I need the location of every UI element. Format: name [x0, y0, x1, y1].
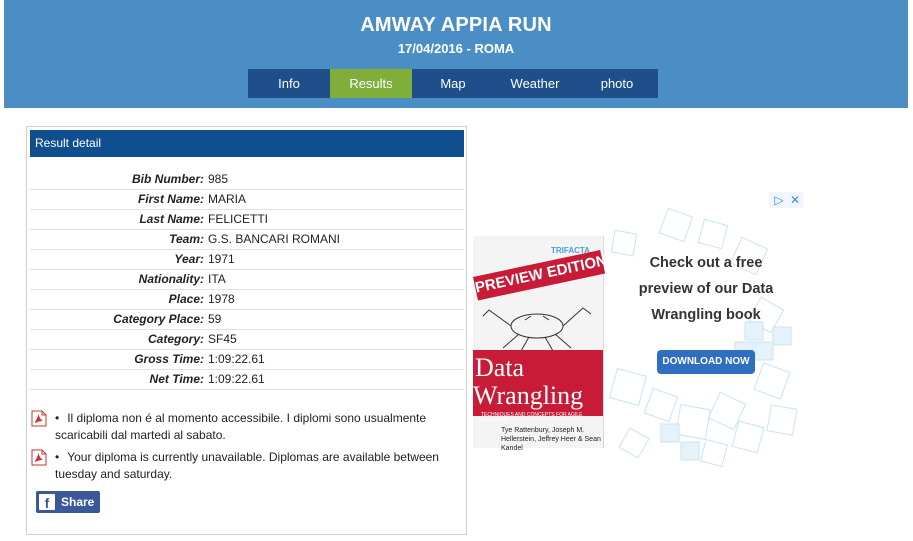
ad-banner[interactable]: TRIFACTA PREVIEW EDITION Data Wrangling …	[473, 192, 803, 468]
field-value: FELICETTI	[208, 212, 269, 226]
field-value: 1:09:22.61	[208, 372, 265, 386]
bullet: •	[55, 450, 60, 464]
tab-weather[interactable]: Weather	[494, 69, 576, 98]
ad-headline: Check out a free preview of our Data Wra…	[621, 250, 791, 328]
result-row: Year: 1971	[30, 250, 464, 270]
field-label: Bib Number:	[132, 172, 204, 186]
panel-title: Result detail	[30, 130, 464, 157]
field-value: 1:09:22.61	[208, 352, 265, 366]
field-label: Team:	[169, 232, 204, 246]
field-label: Nationality:	[138, 272, 204, 286]
crab-illustration	[482, 307, 592, 352]
ad-headline-line: preview of our Data	[638, 281, 774, 297]
result-row: Team: G.S. BANCARI ROMANI	[30, 230, 464, 250]
notice-text: Your diploma is currently unavailable. D…	[55, 450, 439, 481]
close-icon[interactable]: ✕	[787, 192, 803, 208]
download-now-button[interactable]: DOWNLOAD NOW	[657, 350, 755, 374]
field-value: 1971	[208, 252, 235, 266]
field-label: Category:	[147, 332, 204, 346]
event-title: AMWAY APPIA RUN	[360, 14, 552, 36]
book-cover: TRIFACTA PREVIEW EDITION Data Wrangling …	[473, 236, 608, 452]
diploma-notice-it: • Il diploma non é al momento accessibile…	[31, 410, 451, 444]
share-label: Share	[61, 495, 95, 509]
field-value: 985	[208, 172, 229, 186]
pdf-icon[interactable]	[31, 449, 47, 466]
result-row: First Name: MARIA	[30, 190, 464, 210]
event-date-location: 17/04/2016 - ROMA	[397, 41, 515, 56]
field-label: Gross Time:	[134, 352, 204, 366]
field-label: Last Name:	[139, 212, 204, 226]
tab-map[interactable]: Map	[412, 69, 494, 98]
field-value: ITA	[208, 272, 226, 286]
field-label: Category Place:	[113, 312, 204, 326]
result-detail-panel: Result detail Bib Number: 985 First Name…	[26, 126, 467, 535]
ad-headline-line: Wrangling book	[651, 307, 761, 323]
diploma-notice-en: • Your diploma is currently unavailable. …	[31, 449, 451, 483]
field-label: Place:	[168, 292, 204, 306]
tab-info[interactable]: Info	[248, 69, 330, 98]
bullet: •	[55, 411, 60, 425]
book-title-line: Wrangling	[473, 381, 584, 410]
field-label: Net Time:	[149, 372, 204, 386]
field-value: G.S. BANCARI ROMANI	[208, 232, 341, 246]
result-table: Bib Number: 985 First Name: MARIA Last N…	[30, 170, 464, 390]
ad-choices-bar: ▷ ✕	[769, 192, 803, 208]
result-row: Nationality: ITA	[30, 270, 464, 290]
result-row: Last Name: FELICETTI	[30, 210, 464, 230]
field-label: First Name:	[137, 192, 204, 206]
preview-edition-banner: PREVIEW EDITION	[473, 249, 608, 301]
field-value: 1978	[208, 292, 235, 306]
book-authors: Tye Rattenbury, Joseph M. Hellerstein, J…	[501, 427, 601, 452]
result-row: Category: SF45	[30, 330, 464, 350]
event-nav: Info Results Map Weather photo	[248, 69, 658, 98]
field-value: SF45	[208, 332, 237, 346]
adchoices-icon[interactable]: ▷	[771, 192, 787, 208]
result-row: Gross Time: 1:09:22.61	[30, 350, 464, 370]
tab-results[interactable]: Results	[330, 69, 412, 98]
field-value: 59	[208, 312, 222, 326]
field-value: MARIA	[208, 192, 247, 206]
field-label: Year:	[174, 252, 204, 266]
ad-headline-line: Check out a free	[649, 255, 763, 271]
event-header: AMWAY APPIA RUN 17/04/2016 - ROMA Info R…	[4, 0, 908, 108]
book-tagline: TECHNIQUES AND CONCEPTS FOR AGILE ANALYT…	[481, 412, 583, 424]
notice-text: Il diploma non é al momento accessibile.…	[55, 411, 427, 442]
facebook-share-button[interactable]: f Share	[36, 491, 100, 513]
pdf-icon[interactable]	[31, 410, 47, 427]
facebook-icon: f	[39, 494, 55, 511]
book-title: Data Wrangling	[473, 354, 603, 410]
result-row: Place: 1978	[30, 290, 464, 310]
book-title-line: Data	[475, 353, 525, 382]
tab-photo[interactable]: photo	[576, 69, 658, 98]
result-row: Category Place: 59	[30, 310, 464, 330]
result-row: Net Time: 1:09:22.61	[30, 370, 464, 390]
result-row: Bib Number: 985	[30, 170, 464, 190]
